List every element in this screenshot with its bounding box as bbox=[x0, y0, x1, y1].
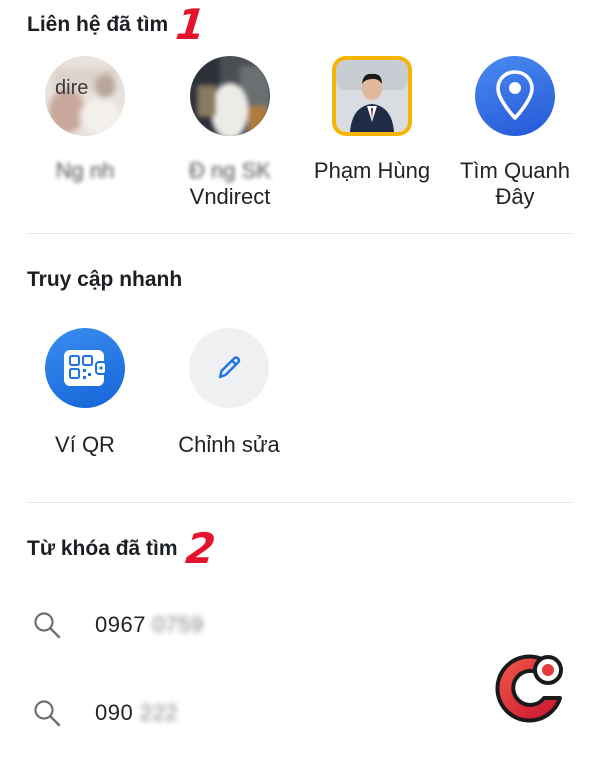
quick-access-header: Truy cập nhanh bbox=[27, 268, 182, 292]
recent-contacts-list: dire Ng nh Đ ng SK Vndirect Phạm Hùng Tì… bbox=[0, 56, 600, 226]
contact-item[interactable]: Phạm Hùng bbox=[297, 56, 447, 184]
contact-item[interactable]: Tìm Quanh Đây bbox=[440, 56, 590, 210]
recent-contacts-header: Liên hệ đã tìm 1 bbox=[27, 0, 209, 49]
quick-item-edit[interactable]: Chỉnh sửa bbox=[154, 328, 304, 458]
contact-name: Ng nh bbox=[55, 158, 115, 183]
quick-item-label: Ví QR bbox=[55, 432, 115, 457]
contact-item[interactable]: Đ ng SK Vndirect bbox=[155, 56, 305, 210]
avatar-overlay-text: dire bbox=[55, 77, 88, 99]
contact-name: Phạm Hùng bbox=[313, 158, 431, 183]
brand-logo-icon bbox=[495, 654, 563, 723]
contact-name-line1: Tìm Quanh bbox=[459, 158, 571, 183]
keyword-hidden: 0759 bbox=[145, 612, 204, 637]
qr-wallet-icon bbox=[45, 328, 125, 408]
recent-keywords-title: Từ khóa đã tìm bbox=[27, 537, 178, 560]
section-divider bbox=[27, 233, 573, 234]
recent-keywords-header: Từ khóa đã tìm 2 bbox=[27, 524, 218, 573]
contact-name-line2: Đây bbox=[495, 184, 535, 209]
contact-avatar bbox=[190, 56, 270, 136]
contact-name: Đ ng SK Vndirect bbox=[155, 158, 305, 210]
recent-contacts-title: Liên hệ đã tìm bbox=[27, 13, 169, 36]
keyword-row[interactable]: 0967 0759 bbox=[32, 610, 204, 640]
keyword-visible: 090 bbox=[95, 700, 134, 725]
annotation-marker-1: 1 bbox=[173, 0, 209, 49]
search-icon bbox=[34, 700, 61, 727]
quick-item-qr-wallet[interactable]: Ví QR bbox=[10, 328, 160, 458]
location-pin-icon bbox=[496, 70, 534, 120]
keyword-visible: 0967 bbox=[95, 612, 146, 637]
contact-avatar bbox=[332, 56, 412, 136]
keyword-row[interactable]: 090 222 bbox=[32, 698, 178, 728]
contact-avatar bbox=[475, 56, 555, 136]
keyword-text: 0967 0759 bbox=[95, 612, 204, 638]
contact-name-line1: Đ ng SK bbox=[189, 158, 271, 183]
keyword-hidden: 222 bbox=[133, 700, 179, 725]
contact-avatar: dire bbox=[45, 56, 125, 136]
annotation-marker-2: 2 bbox=[183, 524, 218, 573]
quick-item-label: Chỉnh sửa bbox=[178, 432, 280, 457]
quick-access-title: Truy cập nhanh bbox=[27, 268, 183, 291]
keyword-text: 090 222 bbox=[95, 700, 178, 726]
section-divider bbox=[27, 502, 573, 503]
search-icon bbox=[34, 612, 61, 639]
contact-item[interactable]: dire Ng nh bbox=[10, 56, 160, 184]
contact-name: Tìm Quanh Đây bbox=[440, 158, 590, 210]
pencil-icon bbox=[189, 328, 269, 408]
contact-name-line2: Vndirect bbox=[189, 184, 271, 209]
